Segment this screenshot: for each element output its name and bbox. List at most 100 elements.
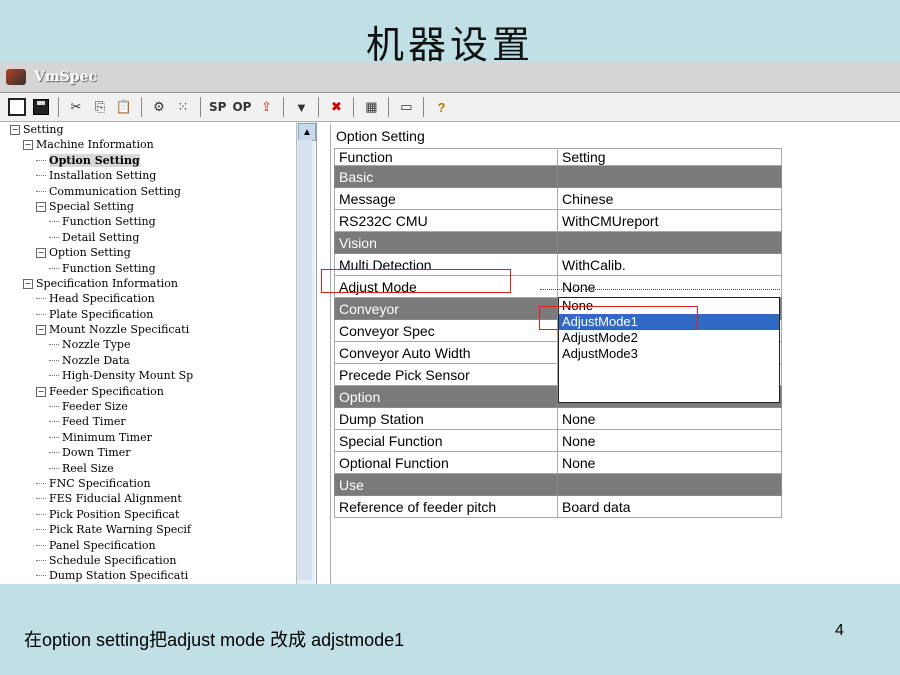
setting-row[interactable]: Dump Station None <box>334 408 782 430</box>
category-row: Basic <box>334 166 782 188</box>
tree-item[interactable]: Panel Specification <box>6 538 316 553</box>
slide-title: 机器设置 <box>365 23 534 67</box>
tree-item[interactable]: Head Specification <box>6 291 316 306</box>
slide-caption: 在option setting把adjust mode 改成 adjstmode… <box>24 630 405 650</box>
setting-value-cell[interactable]: Board data <box>558 496 782 518</box>
collapse-icon[interactable]: − <box>23 140 33 151</box>
tree-item[interactable]: Pick Position Specificat <box>6 507 316 522</box>
tool-icon[interactable]: ✖ <box>325 97 347 117</box>
setting-value-cell[interactable]: WithCalib. <box>558 254 782 276</box>
tree-item-label: Specification Information <box>36 276 178 290</box>
filter-icon[interactable]: ▼ <box>290 97 312 117</box>
device-icon[interactable]: ▭ <box>395 97 417 117</box>
tree-connector <box>36 159 46 161</box>
tree-item[interactable]: Dump Station Specificati <box>6 568 316 583</box>
tree-item[interactable]: High-Density Mount Sp <box>6 368 316 383</box>
tree-item[interactable]: Schedule Specification <box>6 553 316 568</box>
paste-icon[interactable]: 📋 <box>113 97 135 117</box>
tree-item[interactable]: Pick Rate Warning Specif <box>6 522 316 537</box>
op-button[interactable]: OP <box>230 97 253 117</box>
window-title: VmSpec <box>34 69 98 85</box>
tree-item[interactable]: − Setting <box>6 122 316 137</box>
tree-item-label: Function Setting <box>62 215 156 229</box>
dropdown-option[interactable]: AdjustMode2 <box>559 330 779 346</box>
tree-item-label: Feeder Specification <box>49 384 164 398</box>
tree-item[interactable]: − Specification Information <box>6 276 316 291</box>
collapse-icon[interactable]: − <box>36 248 46 259</box>
setting-value-cell[interactable]: WithCMUreport <box>558 210 782 232</box>
tree-item[interactable]: Function Setting <box>6 261 316 276</box>
tree-item-label: Reel Size <box>62 461 114 475</box>
function-cell: Special Function <box>334 430 558 452</box>
collapse-icon[interactable]: − <box>10 125 20 135</box>
tree-connector <box>49 421 59 423</box>
new-icon[interactable] <box>6 97 28 117</box>
setting-row[interactable]: Optional Function None <box>334 452 782 474</box>
tree-item[interactable]: Plate Specification <box>6 307 316 322</box>
tree-item[interactable]: Installation Setting <box>6 168 316 183</box>
tree-item[interactable]: Feeder Size <box>6 399 316 414</box>
tree-item-label: Nozzle Type <box>62 338 131 352</box>
help-icon[interactable]: ? <box>430 97 452 117</box>
setting-value-cell[interactable]: None <box>558 408 782 430</box>
function-cell: RS232C CMU <box>334 210 558 232</box>
transfer-icon[interactable]: ⇪ <box>255 97 277 117</box>
function-cell: Conveyor <box>334 298 558 320</box>
function-cell: Reference of feeder pitch <box>334 496 558 518</box>
save-icon[interactable] <box>30 97 52 117</box>
collapse-icon[interactable]: − <box>23 278 33 289</box>
function-cell: Dump Station <box>334 408 558 430</box>
collapse-icon[interactable]: − <box>36 201 46 212</box>
optimize-icon[interactable]: ⚙ <box>148 97 170 117</box>
setting-value-cell[interactable]: None <box>558 452 782 474</box>
tree-item[interactable]: − Mount Nozzle Specificati <box>6 322 316 337</box>
tree-item[interactable]: − Special Setting <box>6 199 316 214</box>
tree-item[interactable]: Nozzle Type <box>6 337 316 352</box>
setting-row[interactable]: Special Function None <box>334 430 782 452</box>
setting-row[interactable]: Reference of feeder pitch Board data <box>334 496 782 518</box>
tree-item[interactable]: Communication Setting <box>6 184 316 199</box>
setting-value-cell[interactable]: Chinese <box>558 188 782 210</box>
copy-icon[interactable]: ⎘ <box>89 97 111 117</box>
tree-item[interactable]: Detail Setting <box>6 230 316 245</box>
tree-scrollbar[interactable]: ▲ <box>296 122 316 584</box>
tree-item-label: Installation Setting <box>49 169 157 183</box>
tree-connector <box>36 190 46 192</box>
collapse-icon[interactable]: − <box>36 386 46 397</box>
cut-icon[interactable]: ✂ <box>65 97 87 117</box>
tree-connector <box>49 406 59 408</box>
tree-connector <box>49 375 59 377</box>
tree-item[interactable]: Option Setting <box>6 153 316 168</box>
tree-item[interactable]: Down Timer <box>6 445 316 460</box>
tree-connector <box>36 513 46 515</box>
setting-value-cell[interactable]: None <box>558 276 782 298</box>
setting-row[interactable]: RS232C CMU WithCMUreport <box>334 210 782 232</box>
tree-item[interactable]: FES Fiducial Alignment <box>6 491 316 506</box>
function-cell: Vision <box>334 232 558 254</box>
table-icon[interactable]: ▦ <box>360 97 382 117</box>
tree-item[interactable]: − Machine Information <box>6 137 316 152</box>
tree-item[interactable]: Function Setting <box>6 214 316 229</box>
tree-item-label: Option Setting <box>49 246 131 260</box>
tree-item-label: Head Specification <box>49 292 155 306</box>
tree-item[interactable]: Minimum Timer <box>6 430 316 445</box>
tree-connector <box>49 221 59 223</box>
collapse-icon[interactable]: − <box>36 325 46 336</box>
setting-row[interactable]: Message Chinese <box>334 188 782 210</box>
dropdown-option[interactable]: AdjustMode3 <box>559 346 779 362</box>
tree-item-label: Feed Timer <box>62 415 126 429</box>
adjust-mode-highlight-box <box>321 269 511 293</box>
tree-item[interactable]: Feed Timer <box>6 414 316 429</box>
category-row: Vision <box>334 232 782 254</box>
grid-icon[interactable]: ⁙ <box>172 97 194 117</box>
scroll-up-icon[interactable]: ▲ <box>298 123 316 141</box>
tree-item[interactable]: − Feeder Specification <box>6 384 316 399</box>
tree-item[interactable]: FNC Specification <box>6 476 316 491</box>
tree-item-label: Schedule Specification <box>49 553 177 567</box>
sp-button[interactable]: SP <box>207 97 228 117</box>
tree-item[interactable]: Nozzle Data <box>6 353 316 368</box>
tree-item[interactable]: − Option Setting <box>6 245 316 260</box>
setting-value-cell[interactable]: None <box>558 430 782 452</box>
tree-item[interactable]: Reel Size <box>6 461 316 476</box>
scroll-thumb[interactable] <box>298 140 312 580</box>
